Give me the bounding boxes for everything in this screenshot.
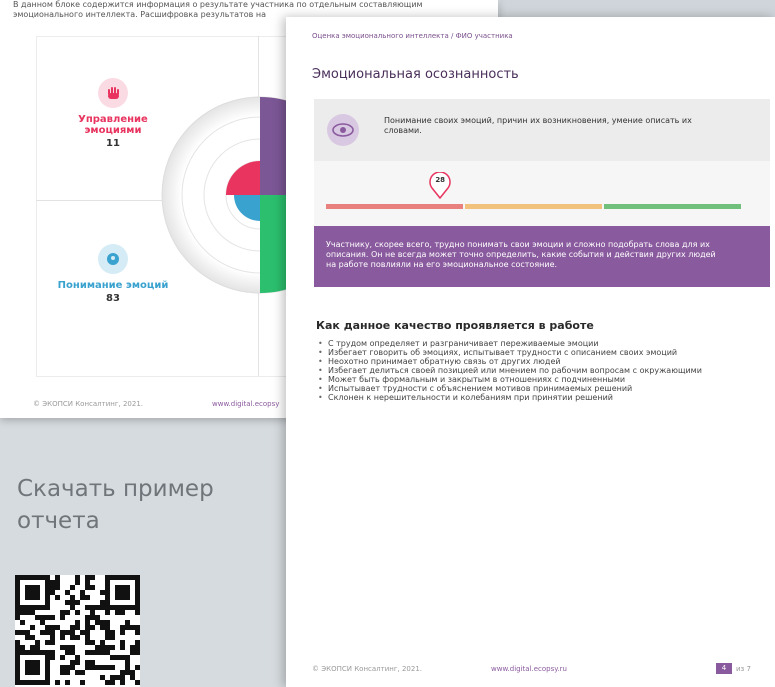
head-icon (98, 244, 128, 274)
behavior-item: С трудом определяет и разграничивает пер… (316, 339, 746, 348)
hand-icon (98, 78, 128, 108)
interpretation-text: Участнику, скорее всего, трудно понимать… (326, 240, 716, 269)
page-total: из 7 (736, 665, 751, 673)
eye-icon (327, 114, 359, 146)
behavior-item: Может быть формальным и закрытым в отнош… (316, 375, 746, 384)
behavior-item: Избегает говорить об эмоциях, испытывает… (316, 348, 746, 357)
page-title: Эмоциональная осознанность (312, 67, 519, 82)
interpretation-box: Участнику, скорее всего, трудно понимать… (314, 226, 770, 287)
scale-segment-high (604, 204, 741, 209)
quadrant-emotion-understanding: Понимание эмоций 83 (48, 244, 178, 304)
score-value: 28 (435, 176, 446, 184)
quadrant-value: 83 (106, 293, 120, 304)
section-title: Как данное качество проявляется в работе (316, 319, 594, 332)
behavior-item: Избегает делиться своей позицией или мне… (316, 366, 746, 375)
quadrant-emotion-management: Управление эмоциями 11 (48, 78, 178, 149)
front-footer-link[interactable]: www.digital.ecopsy.ru (491, 665, 567, 673)
report-front-page: Оценка эмоционального интеллекта / ФИО у… (286, 17, 775, 687)
quadrant-label: Понимание эмоций (57, 280, 169, 291)
front-footer-copyright: © ЭКОПСИ Консалтинг, 2021. (312, 665, 423, 673)
back-footer-copyright: © ЭКОПСИ Консалтинг, 2021. (33, 400, 144, 408)
quadrant-label: Управление эмоциями (78, 114, 148, 136)
score-marker: 28 (429, 171, 451, 200)
competency-description: Понимание своих эмоций, причин их возник… (384, 116, 692, 135)
quadrant-value: 11 (106, 138, 120, 149)
download-report-link[interactable]: Скачать пример отчета (17, 473, 267, 537)
scale-segment-low (326, 204, 463, 209)
breadcrumb: Оценка эмоционального интеллекта / ФИО у… (312, 32, 513, 40)
behavior-item: Испытывает трудности с объяснением мотив… (316, 384, 746, 393)
behavior-item: Склонен к нерешительности и колебаниям п… (316, 393, 746, 402)
qr-code-icon[interactable] (15, 575, 140, 687)
description-box: Понимание своих эмоций, причин их возник… (314, 99, 770, 161)
scale-segment-mid (465, 204, 602, 209)
back-footer-link[interactable]: www.digital.ecopsy (212, 400, 279, 408)
behavior-item: Неохотно принимает обратную связь от дру… (316, 357, 746, 366)
behavior-list: С трудом определяет и разграничивает пер… (316, 339, 746, 402)
score-scale: 28 (314, 161, 770, 226)
page-number-badge: 4 (716, 663, 732, 674)
